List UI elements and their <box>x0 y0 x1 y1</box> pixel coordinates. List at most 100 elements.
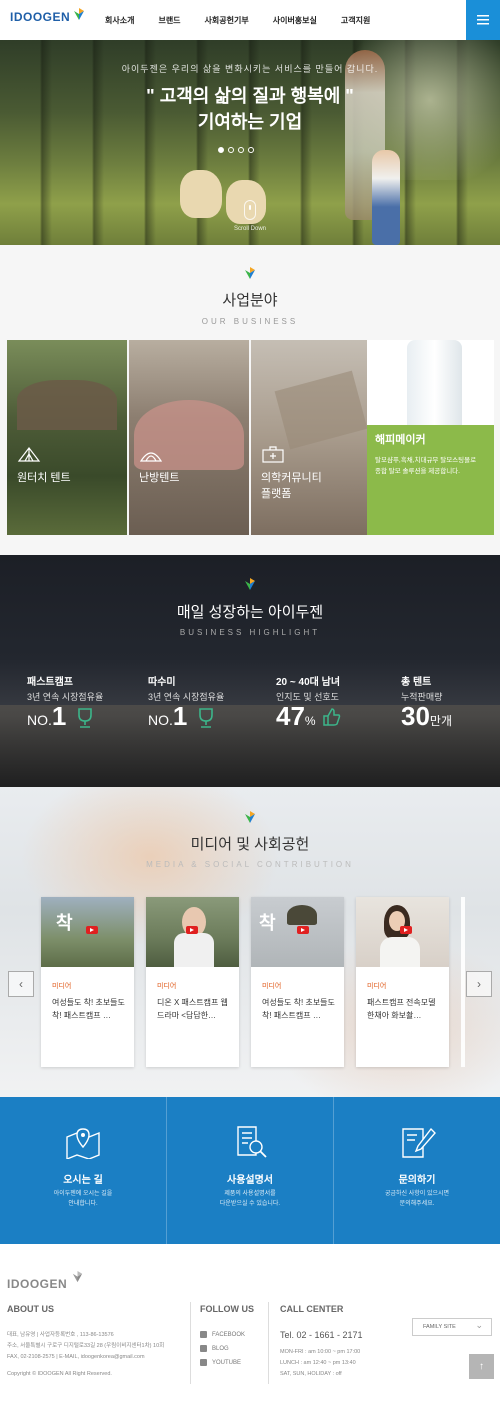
business-card-label: 원터치 텐트 <box>17 472 71 484</box>
section-logo-mark-icon <box>245 267 255 279</box>
stat-number: 1 <box>51 701 67 731</box>
service-title: 오시는 길 <box>63 1175 103 1186</box>
blog-label: BLOG <box>212 1345 229 1352</box>
highlight-item-ddasumi: 따수미 3년 연속 시장점유율 NO.1 <box>148 673 224 731</box>
scroll-down-label: Scroll Down <box>233 226 266 232</box>
menu-button[interactable] <box>466 0 500 40</box>
slider-dot-1[interactable] <box>218 147 224 153</box>
menu-icon <box>477 15 489 25</box>
follow-us-heading: FOLLOW US <box>200 1304 254 1314</box>
tent-photo-shape <box>17 380 117 430</box>
hero-title-line1: " 고객의 삶의 질과 행복에 " <box>146 86 354 106</box>
slider-dot-4[interactable] <box>248 147 254 153</box>
footer-divider <box>190 1302 191 1384</box>
nav-item-company[interactable]: 회사소개 <box>105 15 134 26</box>
youtube-label: YOUTUBE <box>212 1359 242 1366</box>
youtube-link[interactable]: YOUTUBE <box>200 1359 241 1366</box>
business-card-onetouch-tent[interactable]: 원터치 텐트 <box>7 340 127 535</box>
copyright: Copyright © IDOOGEN All Right Reserved. <box>7 1371 112 1377</box>
business-card-heating-tent[interactable]: 난방텐트 <box>129 340 249 535</box>
media-category: 미디어 <box>157 983 177 990</box>
media-card[interactable]: 미디어 패스트캠프 전속모델 한채아 화보촬… <box>356 897 449 1067</box>
service-desc: 궁금하신 사항이 있으시면 문의해주세요. <box>384 1191 450 1207</box>
about-line-1: 대표, 남유영 | 사업자등록번호 , 113-86-13576 <box>7 1332 114 1338</box>
trophy-icon <box>78 708 92 728</box>
site-footer: IDOOGEN ABOUT US 대표, 남유영 | 사업자등록번호 , 113… <box>0 1244 500 1409</box>
youtube-icon <box>297 926 309 934</box>
service-desc: 아이두젠에 오시는 길을 안내합니다. <box>53 1191 113 1207</box>
nav-item-support[interactable]: 고객지원 <box>341 15 370 26</box>
hours-weekend: SAT, SUN, HOLIDAY : off <box>280 1371 342 1377</box>
media-thumbnail: 착 <box>41 897 134 967</box>
media-next-button[interactable]: › <box>466 971 492 997</box>
nav-item-donation[interactable]: 사회공헌기부 <box>205 15 249 26</box>
about-line-3: FAX, 02-2108-2575 | E-MAIL, idoogenkorea… <box>7 1354 145 1360</box>
call-center-heading: CALL CENTER <box>280 1304 344 1314</box>
stat-number: 30 <box>401 701 430 731</box>
slider-pagination <box>218 147 258 153</box>
section-logo-mark-icon <box>245 811 255 823</box>
thumb-body <box>380 937 420 967</box>
edit-note-icon <box>402 1127 436 1158</box>
media-card[interactable]: 착 미디어 여성들도 착! 초보들도 착! 패스트캠프 … <box>41 897 134 1067</box>
thumb-body <box>174 933 214 967</box>
facebook-link[interactable]: FACEBOOK <box>200 1331 245 1338</box>
site-logo[interactable]: IDOOGEN <box>10 8 86 24</box>
happymaker-desc: 탈모샴푸,흑채,치대규무 탈모스팅몰로 종합 탈모 솔루션을 제공합니다. <box>375 457 477 475</box>
service-manual[interactable]: 사용설명서 제품의 사용설명서를 다운받으실 수 있습니다. <box>167 1097 333 1244</box>
logo-mark-icon <box>74 8 85 20</box>
service-location[interactable]: 오시는 길 아이두젠에 오시는 길을 안내합니다. <box>0 1097 166 1244</box>
media-card-text: 패스트캠프 전속모델 한채아 화보촬… <box>367 998 436 1020</box>
service-desc: 제품의 사용설명서를 다운받으실 수 있습니다. <box>219 1191 281 1207</box>
stat-number: 47 <box>276 701 305 731</box>
section-logo-mark-icon <box>245 578 255 590</box>
slider-dot-2[interactable] <box>228 147 234 153</box>
media-category: 미디어 <box>262 983 282 990</box>
highlight-item-total-sales: 총 텐트 누적판매량 30만개 <box>401 673 452 731</box>
business-card-medical-community[interactable]: 의학커뮤니티 플랫폼 <box>251 340 367 535</box>
slider-dot-3[interactable] <box>238 147 244 153</box>
youtube-icon <box>400 926 412 934</box>
media-category: 미디어 <box>367 983 387 990</box>
blog-icon <box>200 1345 207 1352</box>
family-site-select[interactable]: FAMILY SITE <box>412 1318 492 1336</box>
mouse-scroll-icon[interactable] <box>244 200 256 220</box>
highlight-stat: 47% <box>276 701 342 732</box>
chevron-right-icon: › <box>477 977 481 991</box>
service-links-section: 오시는 길 아이두젠에 오시는 길을 안내합니다. 사용설명서 제품의 사용설명… <box>0 1097 500 1244</box>
scroll-to-top-button[interactable]: ↑ <box>469 1354 494 1379</box>
hero-subtitle: 아이두젠은 우리의 삶을 변화시키는 서비스를 만들어 갑니다. <box>121 64 379 74</box>
media-card[interactable]: 착 미디어 여성들도 착! 초보들도 착! 패스트캠프 … <box>251 897 344 1067</box>
business-card-label: 의학커뮤니티 플랫폼 <box>261 472 322 500</box>
media-card[interactable]: 미디어 디온 X 패스트캠프 웹드라마 <답답한… <box>146 897 239 1067</box>
highlight-item-fastcamp: 패스트캠프 3년 연속 시장점유율 NO.1 <box>27 673 103 731</box>
stat-prefix: NO. <box>148 712 173 728</box>
media-thumbnail: 착 <box>251 897 344 967</box>
nav-item-pr[interactable]: 사이버홍보실 <box>273 15 317 26</box>
chevron-left-icon: ‹ <box>19 977 23 991</box>
media-card-text: 여성들도 착! 초보들도 착! 패스트캠프 … <box>262 998 335 1020</box>
highlight-item-awareness: 20 ~ 40대 남녀 인지도 및 선호도 47% <box>276 673 341 731</box>
arrow-up-icon: ↑ <box>479 1361 484 1372</box>
hero-banner: 아이두젠은 우리의 삶을 변화시키는 서비스를 만들어 갑니다. " 고객의 삶… <box>0 40 500 245</box>
blog-link[interactable]: BLOG <box>200 1345 229 1352</box>
about-us-heading: ABOUT US <box>7 1304 54 1314</box>
stat-number: 1 <box>172 701 188 731</box>
medical-kit-icon <box>262 446 284 463</box>
stat-unit: 만개 <box>429 714 453 728</box>
business-card-happymaker[interactable]: 해피메이커 탈모샴푸,흑채,치대규무 탈모스팅몰로 종합 탈모 솔루션을 제공합… <box>367 340 494 535</box>
media-section: 미디어 및 사회공헌 MEDIA & SOCIAL CONTRIBUTION 착… <box>0 787 500 1097</box>
business-subtitle: OUR BUSINESS <box>201 317 299 326</box>
highlight-section: 매일 성장하는 아이두젠 BUSINESS HIGHLIGHT 패스트캠프 3년… <box>0 555 500 787</box>
facebook-icon <box>200 1331 207 1338</box>
promo-green-panel: 해피메이커 탈모샴푸,흑채,치대규무 탈모스팅몰로 종합 탈모 솔루션을 제공합… <box>367 425 494 535</box>
media-title: 미디어 및 사회공헌 <box>190 836 310 853</box>
site-header: IDOOGEN 회사소개 브랜드 사회공헌기부 사이버홍보실 고객지원 <box>0 0 500 40</box>
footer-logo[interactable]: IDOOGEN <box>7 1271 84 1291</box>
youtube-icon <box>200 1359 207 1366</box>
highlight-item-title: 따수미 <box>148 677 176 688</box>
tent-icon <box>17 447 41 462</box>
media-prev-button[interactable]: ‹ <box>8 971 34 997</box>
service-inquiry[interactable]: 문의하기 궁금하신 사항이 있으시면 문의해주세요. <box>334 1097 500 1244</box>
nav-item-brand[interactable]: 브랜드 <box>158 15 180 26</box>
